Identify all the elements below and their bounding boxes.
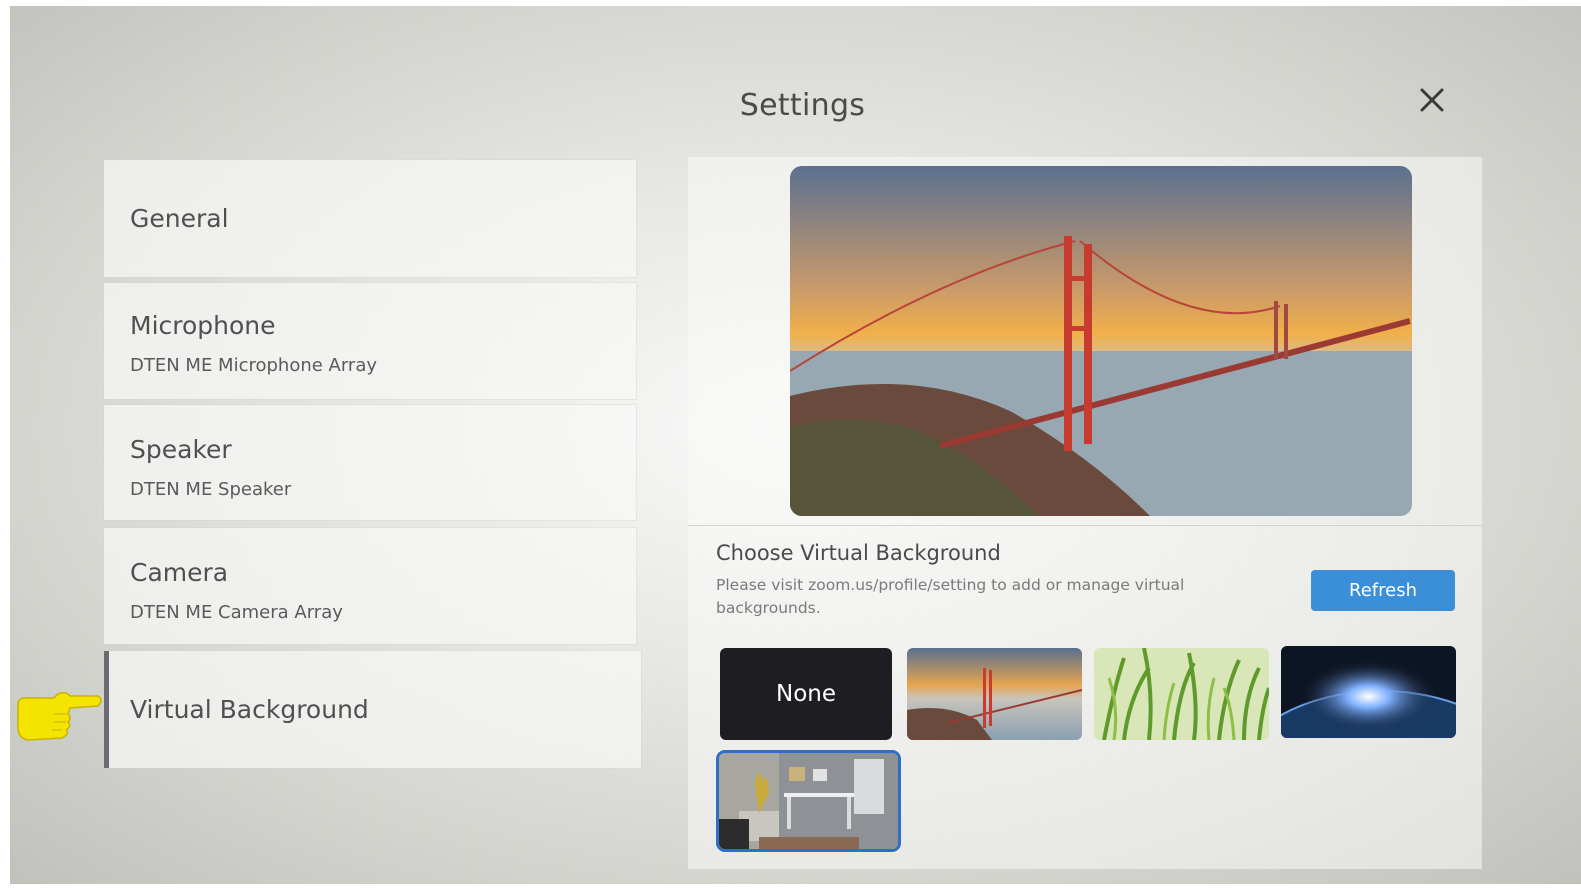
menu-item-speaker[interactable]: Speaker DTEN ME Speaker [104, 405, 636, 520]
dialog-title: Settings [739, 88, 866, 123]
thumbnail-grass[interactable] [1094, 648, 1269, 740]
thumbnail-living-room[interactable] [719, 753, 898, 849]
thumbnail-none[interactable]: None [720, 648, 892, 740]
menu-item-label: Camera [130, 558, 229, 587]
section-divider [688, 525, 1482, 526]
menu-item-general[interactable]: General [104, 160, 636, 277]
background-preview [790, 166, 1412, 516]
menu-item-sub: DTEN ME Speaker [130, 479, 292, 500]
close-button[interactable] [1414, 82, 1450, 118]
menu-item-camera[interactable]: Camera DTEN ME Camera Array [104, 528, 636, 644]
menu-item-label: Microphone [130, 311, 276, 340]
menu-item-virtual-background[interactable]: Virtual Background [104, 651, 641, 768]
choose-background-heading: Choose Virtual Background [716, 541, 1001, 565]
menu-item-microphone[interactable]: Microphone DTEN ME Microphone Array [104, 283, 636, 399]
menu-item-sub: DTEN ME Microphone Array [130, 355, 378, 376]
menu-item-label: General [130, 204, 229, 233]
menu-item-sub: DTEN ME Camera Array [130, 602, 343, 623]
pointing-hand-icon [17, 691, 102, 741]
menu-item-label: Speaker [130, 435, 232, 464]
thumbnail-earth-from-space[interactable] [1281, 646, 1456, 738]
menu-item-label: Virtual Background [130, 695, 369, 724]
choose-background-description: Please visit zoom.us/profile/setting to … [716, 576, 1185, 617]
thumbnail-golden-gate-bridge[interactable] [907, 648, 1082, 740]
close-icon [1420, 88, 1444, 112]
refresh-button[interactable]: Refresh [1311, 570, 1455, 611]
